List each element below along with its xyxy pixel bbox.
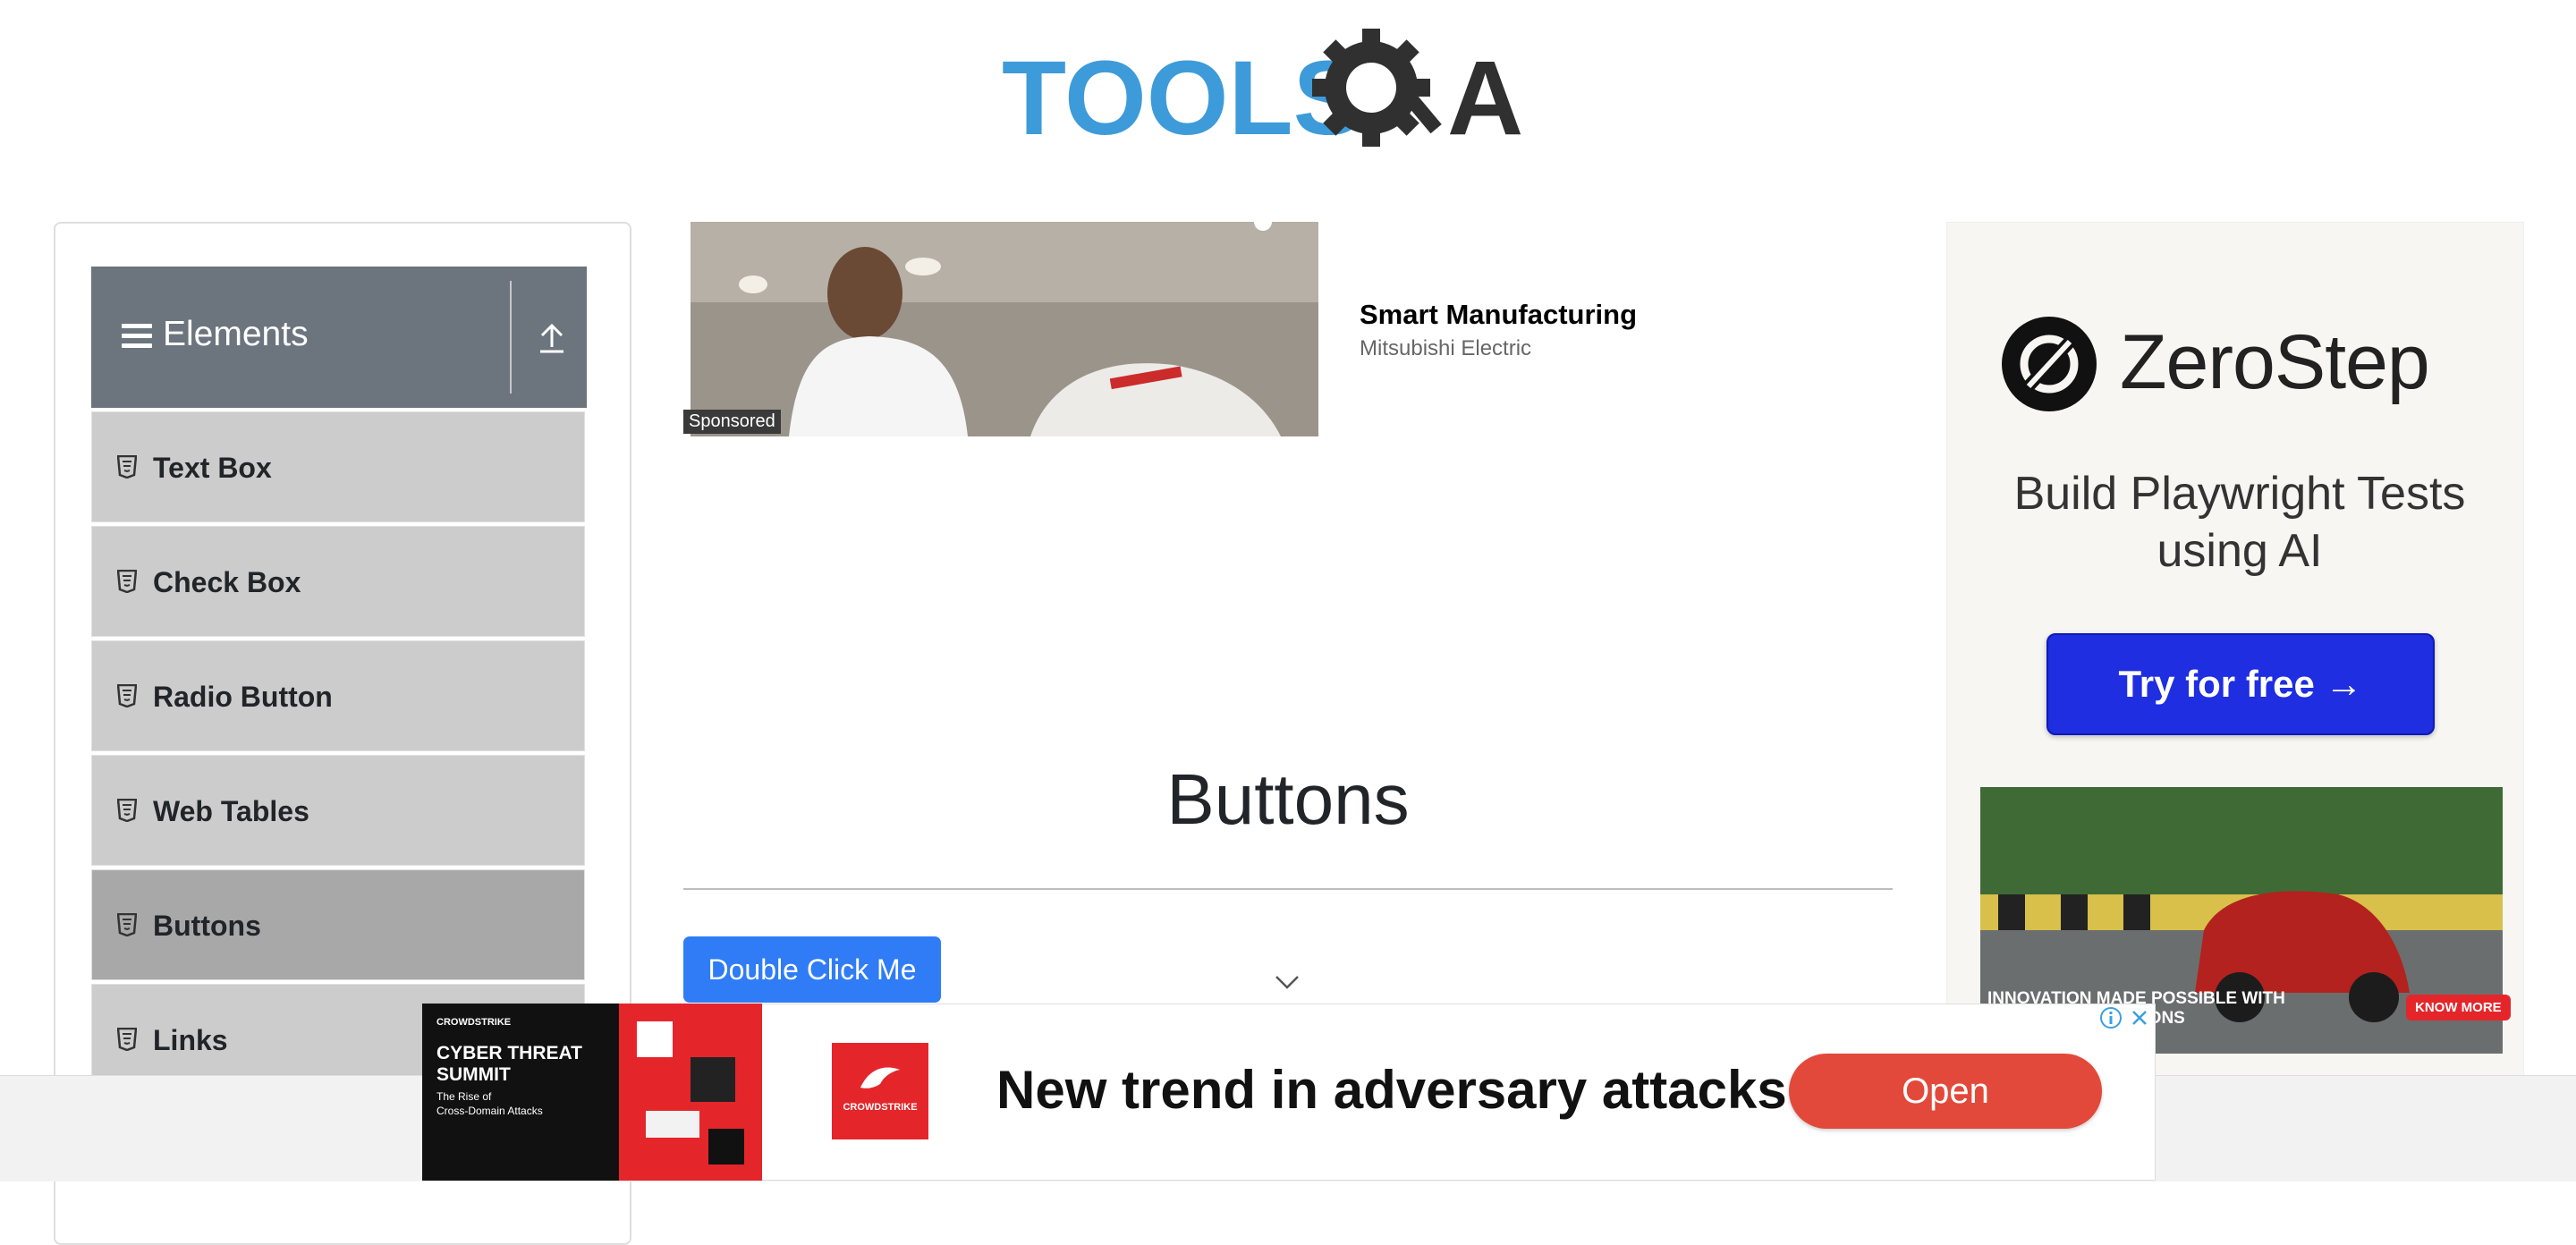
try-for-free-button[interactable]: Try for free → [2046, 633, 2435, 735]
ad-advertiser[interactable]: Mitsubishi Electric [1360, 336, 1531, 361]
sidebar-item-web-tables[interactable]: Web Tables [91, 755, 585, 866]
know-more-button[interactable]: KNOW MORE [2406, 995, 2511, 1021]
sponsored-label: Sponsored [683, 410, 781, 434]
zerostep-tagline: Build Playwright Tests using AI [2013, 468, 2466, 577]
svg-text:CYBER THREAT: CYBER THREAT [436, 1043, 582, 1063]
html5-icon [117, 1028, 137, 1051]
zerostep-brand: ZeroStep [2120, 319, 2430, 405]
close-icon[interactable] [2127, 1005, 2152, 1030]
html5-icon [117, 455, 137, 479]
crowdstrike-poster[interactable]: CROWDSTRIKE CYBER THREAT SUMMIT The Rise… [422, 1004, 762, 1181]
double-click-button[interactable]: Double Click Me [683, 936, 941, 1003]
group-title: Elements [163, 315, 309, 353]
sidebar-item-label: Buttons [153, 910, 261, 942]
html5-icon [117, 913, 137, 936]
hamburger-icon [122, 324, 152, 351]
sidebar-item-label: Web Tables [153, 795, 309, 827]
html5-icon [117, 799, 137, 822]
crowdstrike-logo[interactable]: CROWDSTRIKE [832, 1043, 928, 1139]
sidebar-item-label: Links [153, 1024, 228, 1056]
info-icon[interactable] [2098, 1005, 2123, 1030]
sidebar-item-check-box[interactable]: Check Box [91, 526, 585, 637]
svg-text:SUMMIT: SUMMIT [436, 1064, 511, 1085]
collapse-arrow-icon[interactable] [537, 320, 567, 356]
toolsqa-logo[interactable]: TOOLS A [1000, 25, 1581, 168]
logo-gear-q-icon [1312, 29, 1442, 147]
crowdstrike-logo-text: CROWDSTRIKE [843, 1102, 918, 1113]
elements-group-header[interactable]: Elements [91, 267, 587, 408]
title-divider [683, 888, 1893, 890]
ad-title[interactable]: Smart Manufacturing [1360, 299, 1637, 331]
logo-tools-text: TOOLS [1002, 39, 1363, 157]
falcon-icon [860, 1067, 900, 1088]
center-ad-image[interactable] [691, 222, 1318, 436]
html5-icon [117, 684, 137, 707]
logo-a-text: A [1447, 39, 1523, 157]
open-button[interactable]: Open [1789, 1054, 2102, 1129]
svg-text:Cross-Domain Attacks: Cross-Domain Attacks [436, 1105, 543, 1117]
sidebar-item-label: Radio Button [153, 681, 333, 713]
bottom-ad-headline[interactable]: New trend in adversary attacks [996, 1059, 1787, 1121]
header-divider [510, 281, 512, 394]
sidebar-item-text-box[interactable]: Text Box [91, 411, 585, 522]
svg-text:CROWDSTRIKE: CROWDSTRIKE [436, 1017, 511, 1028]
page-title: Buttons [1166, 759, 1410, 839]
sidebar-item-radio-button[interactable]: Radio Button [91, 640, 585, 751]
html5-icon [117, 570, 137, 593]
chevron-down-icon[interactable] [1274, 973, 1301, 991]
sidebar-item-label: Text Box [153, 452, 272, 484]
zerostep-logo-icon [2002, 317, 2097, 411]
svg-text:The Rise of: The Rise of [436, 1090, 492, 1103]
sidebar-item-buttons[interactable]: Buttons [91, 869, 585, 980]
sidebar-item-label: Check Box [153, 566, 301, 598]
